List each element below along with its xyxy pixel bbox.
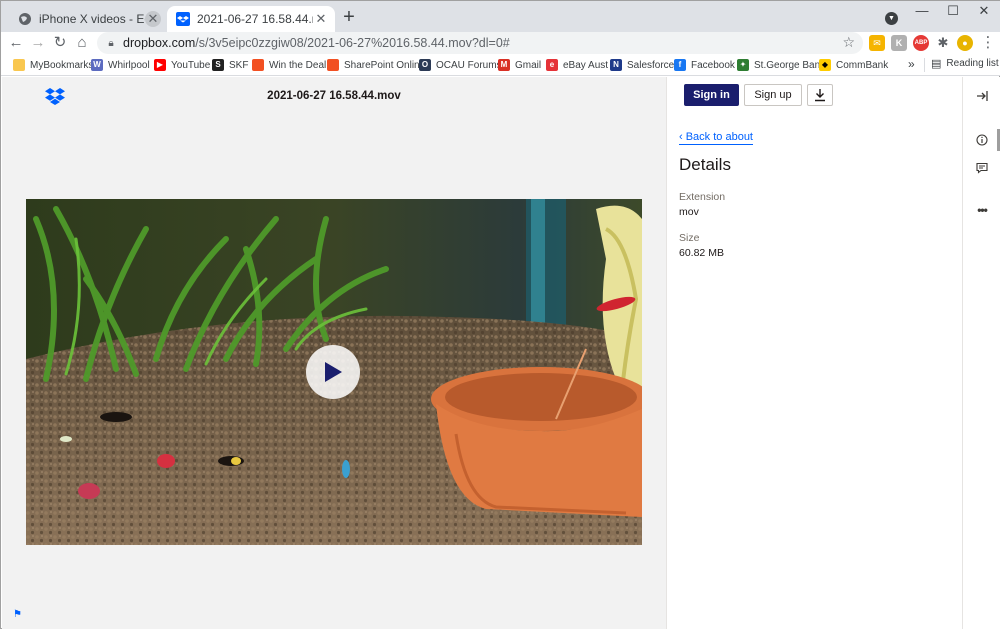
browser-toolbar: ← → ↻ ⌂ 🔒︎ dropbox.com/s/3v5eipc0zzgiw08… (1, 32, 1000, 54)
bookmark-label: YouTube (171, 59, 211, 71)
bookmarks-bar: MyBookmarks W Whirlpool ▶ YouTube S SKF Win the… (1, 54, 1000, 76)
commbank-icon: ◆ (819, 59, 831, 71)
tab-dropbox-file[interactable]: 2021-06-27 16.58.44.mov ✕ (167, 6, 335, 32)
close-window-button[interactable]: ✕ (969, 1, 999, 21)
report-flag-icon[interactable]: ⚑ (13, 609, 22, 620)
bookmark-label: St.George Bank (754, 59, 826, 71)
close-tab-icon[interactable]: ✕ (145, 11, 161, 27)
forward-icon[interactable]: → (28, 33, 48, 53)
bookmark-label: Gmail (515, 59, 542, 71)
tab-title: iPhone X videos - Equipment & (39, 12, 145, 26)
bookmark-sharepoint-online[interactable]: SharePoint Online (327, 57, 425, 73)
bookmark-label: Whirlpool (108, 59, 150, 71)
bookmark-ocau-forums[interactable]: O OCAU Forums (419, 57, 502, 73)
info-icon[interactable] (975, 133, 989, 147)
close-tab-icon[interactable]: ✕ (313, 11, 329, 27)
tab-iphone-videos[interactable]: iPhone X videos - Equipment & ✕ (9, 6, 167, 32)
tab-title: 2021-06-27 16.58.44.mov (197, 12, 313, 26)
bookmark-whirlpool[interactable]: W Whirlpool (91, 57, 150, 73)
ebay-icon: e (546, 59, 558, 71)
bookmark-label: Facebook (691, 59, 735, 71)
bookmark-label: MyBookmarks (30, 59, 94, 71)
bookmark-youtube[interactable]: ▶ YouTube (154, 57, 210, 73)
bookmark-win-the-deal[interactable]: Win the Deal (252, 57, 326, 73)
bookmark-skf[interactable]: S SKF (212, 57, 248, 73)
comment-icon[interactable] (975, 161, 989, 175)
mail-extension-icon[interactable]: ✉ (869, 35, 885, 51)
url-path: /s/3v5eipc0zzgiw08/2021-06-27%2016.58.44… (195, 36, 510, 50)
details-heading: Details (679, 155, 731, 174)
microsoft-icon (327, 59, 339, 71)
bookmark-label: CommBank (836, 59, 889, 71)
adblock-icon[interactable]: ABP (913, 35, 929, 51)
extension-value: mov (679, 206, 699, 218)
youtube-icon: ▶ (154, 59, 166, 71)
tab-search-icon[interactable]: ▼ (885, 12, 898, 25)
file-title: 2021-06-27 16.58.44.mov (267, 90, 401, 102)
bookmark-label: Win the Deal (269, 59, 327, 71)
bookmark-gmail[interactable]: M Gmail (498, 57, 541, 73)
details-sidebar: Sign in Sign up ‹ Back to about Details … (666, 77, 962, 629)
bookmarks-divider (924, 58, 925, 72)
sign-in-button[interactable]: Sign in (684, 84, 739, 106)
bookmark-salesforce[interactable]: N Salesforce (610, 57, 674, 73)
profile-avatar[interactable]: ● (957, 35, 973, 51)
browser-window: iPhone X videos - Equipment & ✕ 2021-06-… (0, 0, 1000, 629)
right-rail: ••• (962, 77, 1000, 629)
reload-icon[interactable]: ↻ (50, 33, 70, 53)
minimize-button[interactable]: — (907, 1, 937, 21)
reading-list-button[interactable]: ▤ Reading list (931, 57, 999, 70)
bookmark-star-icon[interactable]: ☆ (842, 34, 855, 51)
back-icon[interactable]: ← (6, 33, 26, 53)
k-extension-icon[interactable]: K (891, 35, 907, 51)
bookmarks-overflow-button[interactable]: » (908, 57, 915, 71)
more-options-icon[interactable]: ••• (975, 203, 989, 217)
download-icon (815, 89, 825, 102)
bookmark-label: SharePoint Online (344, 59, 426, 71)
stgeorge-icon: ✦ (737, 59, 749, 71)
play-button[interactable] (306, 345, 360, 399)
back-to-about-link[interactable]: ‹ Back to about (679, 131, 753, 145)
bookmark-label: eBay Aust (563, 59, 609, 71)
bookmark-label: Salesforce (627, 59, 675, 71)
chrome-menu-icon[interactable]: ⋮ (978, 33, 998, 53)
size-label: Size (679, 232, 700, 244)
extension-label: Extension (679, 191, 726, 203)
reading-list-icon: ▤ (931, 58, 942, 70)
globe-icon (18, 12, 32, 26)
bookmark-mybookmarks[interactable]: MyBookmarks (13, 57, 93, 73)
collapse-panel-icon[interactable] (975, 89, 989, 103)
whirlpool-icon: W (91, 59, 103, 71)
home-icon[interactable]: ⌂ (72, 33, 92, 53)
ocau-icon: O (419, 59, 431, 71)
salesforce-icon: N (610, 59, 622, 71)
size-value: 60.82 MB (679, 247, 724, 259)
gmail-icon: M (498, 59, 510, 71)
reading-list-label: Reading list (946, 58, 999, 69)
new-tab-button[interactable]: + (339, 7, 359, 28)
url-text[interactable]: dropbox.com/s/3v5eipc0zzgiw08/2021-06-27… (123, 36, 510, 50)
sign-up-button[interactable]: Sign up (744, 84, 802, 106)
bookmark-commbank[interactable]: ◆ CommBank (819, 57, 888, 73)
address-bar[interactable]: 🔒︎ dropbox.com/s/3v5eipc0zzgiw08/2021-06… (97, 32, 863, 54)
bookmark-ebay-aust[interactable]: e eBay Aust (546, 57, 608, 73)
tab-strip: iPhone X videos - Equipment & ✕ 2021-06-… (1, 1, 1000, 32)
url-host: dropbox.com (123, 36, 196, 50)
bookmark-label: SKF (229, 59, 249, 71)
download-button[interactable] (807, 84, 833, 106)
skf-icon: S (212, 59, 224, 71)
extensions-puzzle-icon[interactable]: ✱ (935, 35, 951, 51)
bookmark-facebook[interactable]: f Facebook (674, 57, 735, 73)
play-icon (325, 362, 342, 382)
bookmark-st-george-bank[interactable]: ✦ St.George Bank (737, 57, 825, 73)
dropbox-favicon-icon (176, 12, 190, 26)
facebook-icon: f (674, 59, 686, 71)
microsoft-icon (252, 59, 264, 71)
maximize-button[interactable]: ☐ (938, 1, 968, 21)
bookmark-label: OCAU Forums (436, 59, 502, 71)
lock-icon[interactable]: 🔒︎ (103, 38, 119, 49)
folder-icon (13, 59, 25, 71)
